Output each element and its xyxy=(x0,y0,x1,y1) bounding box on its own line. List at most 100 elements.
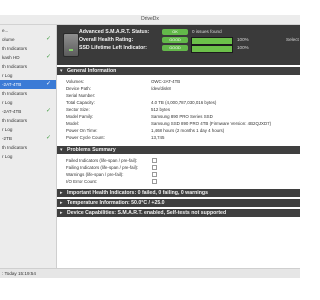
lifetime-percent: 100% xyxy=(237,45,249,50)
device-capabilities-section[interactable]: ▸ Device Capabilities: S.M.A.R.T. enable… xyxy=(57,209,300,217)
sidebar-item[interactable]: -2TB ✓ xyxy=(0,134,56,143)
disclosure-right-icon[interactable]: ▸ xyxy=(60,210,63,216)
check-icon: ✓ xyxy=(45,81,51,87)
info-value: Samsung 890 PRO Series SSD xyxy=(151,114,213,119)
problem-row: Failing Indicators (life-span / pre-fail… xyxy=(57,165,300,171)
info-key: Sector Size: xyxy=(66,107,90,112)
info-row: Device Path: /dev/disk8 xyxy=(57,86,300,92)
sidebar-item-label: r Log xyxy=(2,73,13,78)
info-row: Sector Size: 512 bytes xyxy=(57,107,300,113)
section-title: Important Health Indicators: 0 failed, 0… xyxy=(67,190,208,196)
info-value: 4.0 TB (4,000,787,030,016 bytes) xyxy=(151,100,217,105)
info-row: Power On Time: 1,468 hours (2 months 1 da… xyxy=(57,128,300,134)
sidebar-item-label: r Log xyxy=(2,154,13,159)
problem-key: Failing Indicators (life-span / pre-fail… xyxy=(66,165,139,170)
disclosure-right-icon[interactable]: ▸ xyxy=(60,190,63,196)
sidebar-item-label: olume xyxy=(2,37,15,42)
sidebar-item-label: th Indicators xyxy=(2,46,28,51)
sidebar-item[interactable]: olume ✓ xyxy=(0,35,56,44)
sidebar-item[interactable]: e... xyxy=(0,26,56,35)
disclosure-down-icon[interactable]: ▾ xyxy=(60,68,63,74)
info-value: Samsung SSD 890 PRO 4TB (Firmware Versio… xyxy=(151,121,272,126)
sidebar-item-label: r Log xyxy=(2,100,13,105)
section-title: Temperature Information: 50.0°C / +25.0 xyxy=(67,200,165,206)
general-info-section[interactable]: ▾ General Information xyxy=(57,67,300,75)
problem-row: Warnings (life-span / pre-fail): xyxy=(57,172,300,178)
sidebar-item-selected[interactable]: -2AT-4TB ✓ xyxy=(0,80,56,89)
window-title: DriveDx xyxy=(141,16,159,22)
info-value: 13,745 xyxy=(151,135,165,140)
info-key: Model: xyxy=(66,121,80,126)
health-percent: 100% xyxy=(237,37,249,42)
sidebar-item[interactable]: th Indicators xyxy=(0,44,56,53)
problems-summary-section[interactable]: ▾ Problems Summary xyxy=(57,146,300,154)
sidebar-item[interactable]: r Log xyxy=(0,98,56,107)
problem-key: Warnings (life-span / pre-fail): xyxy=(66,172,124,177)
check-icon: ✓ xyxy=(45,135,51,141)
disclosure-right-icon[interactable]: ▸ xyxy=(60,200,63,206)
status-badge: OK xyxy=(162,29,188,35)
select-button[interactable]: Select xyxy=(286,37,299,42)
info-key: Power Cycle Count: xyxy=(66,135,105,140)
sidebar-item[interactable]: th Indicators xyxy=(0,143,56,152)
smart-status-label: Advanced S.M.A.R.T. Status: xyxy=(79,29,150,35)
sidebar-item-label: th Indicators xyxy=(2,118,28,123)
checkbox-icon xyxy=(152,179,157,184)
info-value: 512 bytes xyxy=(151,107,171,112)
info-key: Device Path: xyxy=(66,86,91,91)
health-progress-bar xyxy=(191,37,233,45)
info-key: Volumes: xyxy=(66,79,85,84)
status-bar: : Today 15:19:54 xyxy=(0,268,300,278)
info-key: Power On Time: xyxy=(66,128,98,133)
sidebar-item[interactable]: kash HD ✓ xyxy=(0,53,56,62)
sidebar-item-label: th Indicators xyxy=(2,145,28,150)
sidebar-item[interactable]: r Log xyxy=(0,71,56,80)
health-rating-row: Overall Health Rating: GOOD 100% Select xyxy=(79,37,299,45)
info-row: Volumes: OWC-2AT-4TB xyxy=(57,79,300,85)
section-title: Device Capabilities: S.M.A.R.T. enabled,… xyxy=(67,210,227,216)
info-row: Serial Number: xyxy=(57,93,300,99)
info-value: /dev/disk8 xyxy=(151,86,171,91)
info-key: Total Capacity: xyxy=(66,100,95,105)
check-icon: ✓ xyxy=(45,36,51,42)
sidebar-item[interactable]: r Log xyxy=(0,125,56,134)
info-value: 1,468 hours (2 months 1 day 4 hours) xyxy=(151,128,225,133)
sidebar-item[interactable]: th Indicators xyxy=(0,89,56,98)
sidebar-item-label: -2AT-4TB xyxy=(2,109,22,114)
sidebar-item[interactable]: r Log xyxy=(0,152,56,161)
sidebar: e... olume ✓ th Indicators kash HD ✓ th In… xyxy=(0,25,57,268)
lifetime-row: SSD Lifetime Left Indicator: GOOD 100% xyxy=(79,45,299,53)
section-title: Problems Summary xyxy=(67,147,116,153)
sidebar-item-label: -2AT-4TB xyxy=(2,82,22,87)
app-window: DriveDx e... olume ✓ th Indicators kash H… xyxy=(0,15,300,278)
info-row: Model Family: Samsung 890 PRO Series SSD xyxy=(57,114,300,120)
drive-details-panel: Advanced S.M.A.R.T. Status: OK 0 issues … xyxy=(57,25,300,268)
info-value: OWC-2AT-4TB xyxy=(151,79,181,84)
section-title: General Information xyxy=(67,68,117,74)
lifetime-progress-fill xyxy=(192,46,232,52)
info-key: Model Family: xyxy=(66,114,94,119)
issues-found-text: 0 issues found xyxy=(192,29,222,34)
sidebar-item-label: r Log xyxy=(2,127,13,132)
info-row: Total Capacity: 4.0 TB (4,000,787,030,016… xyxy=(57,100,300,106)
problem-key: Failed Indicators (life-span / pre-fail)… xyxy=(66,158,138,163)
lifetime-badge: GOOD xyxy=(162,45,188,51)
disclosure-down-icon[interactable]: ▾ xyxy=(60,147,63,153)
check-icon: ✓ xyxy=(45,54,51,60)
problem-key: I/O Error Count: xyxy=(66,179,97,184)
check-icon: ✓ xyxy=(45,108,51,114)
lifetime-label: SSD Lifetime Left Indicator: xyxy=(79,45,148,51)
checkbox-icon xyxy=(152,172,157,177)
temperature-section[interactable]: ▸ Temperature Information: 50.0°C / +25.… xyxy=(57,199,300,207)
info-key: Serial Number: xyxy=(66,93,96,98)
sidebar-item[interactable]: th Indicators xyxy=(0,62,56,71)
last-update-text: : Today 15:19:54 xyxy=(2,271,36,276)
sidebar-item[interactable]: -2AT-4TB ✓ xyxy=(0,107,56,116)
checkbox-icon xyxy=(152,158,157,163)
health-rating-label: Overall Health Rating: xyxy=(79,37,134,43)
checkbox-icon xyxy=(152,165,157,170)
sidebar-item-label: kash HD xyxy=(2,55,20,60)
health-badge: GOOD xyxy=(162,37,188,43)
health-indicators-section[interactable]: ▸ Important Health Indicators: 0 failed,… xyxy=(57,189,300,197)
sidebar-item[interactable]: th Indicators xyxy=(0,116,56,125)
